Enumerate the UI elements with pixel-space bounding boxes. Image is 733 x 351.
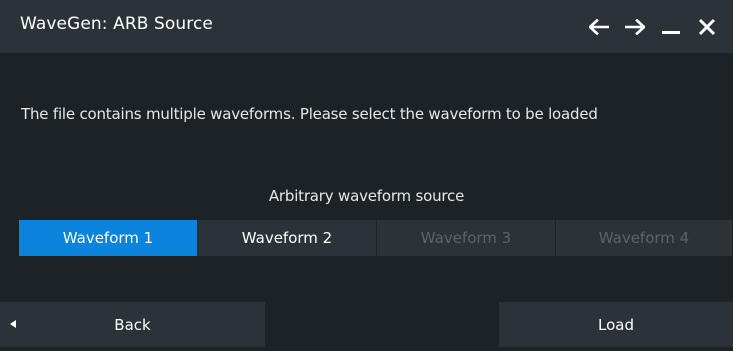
waveform-1-button[interactable]: Waveform 1 bbox=[19, 220, 197, 256]
arrow-left-icon[interactable] bbox=[587, 15, 611, 39]
waveform-3-button: Waveform 3 bbox=[377, 220, 555, 256]
minimize-icon[interactable] bbox=[659, 15, 683, 39]
back-button[interactable]: Back bbox=[0, 302, 265, 347]
dialog-title: WaveGen: ARB Source bbox=[20, 14, 213, 34]
title-bar: WaveGen: ARB Source bbox=[0, 0, 733, 53]
arrow-right-icon[interactable] bbox=[623, 15, 647, 39]
load-button[interactable]: Load bbox=[499, 302, 733, 347]
arb-source-dialog: WaveGen: ARB Source The file contains mu… bbox=[0, 0, 733, 351]
window-controls bbox=[587, 10, 719, 44]
load-button-label: Load bbox=[598, 315, 634, 334]
back-button-label: Back bbox=[114, 315, 151, 334]
waveform-selector: Waveform 1 Waveform 2 Waveform 3 Wavefor… bbox=[19, 220, 733, 256]
waveform-source-label: Arbitrary waveform source bbox=[268, 187, 465, 205]
waveform-4-button: Waveform 4 bbox=[556, 220, 732, 256]
waveform-2-button[interactable]: Waveform 2 bbox=[198, 220, 376, 256]
close-icon[interactable] bbox=[695, 15, 719, 39]
instruction-message: The file contains multiple waveforms. Pl… bbox=[21, 105, 598, 123]
back-arrow-icon bbox=[10, 320, 16, 328]
